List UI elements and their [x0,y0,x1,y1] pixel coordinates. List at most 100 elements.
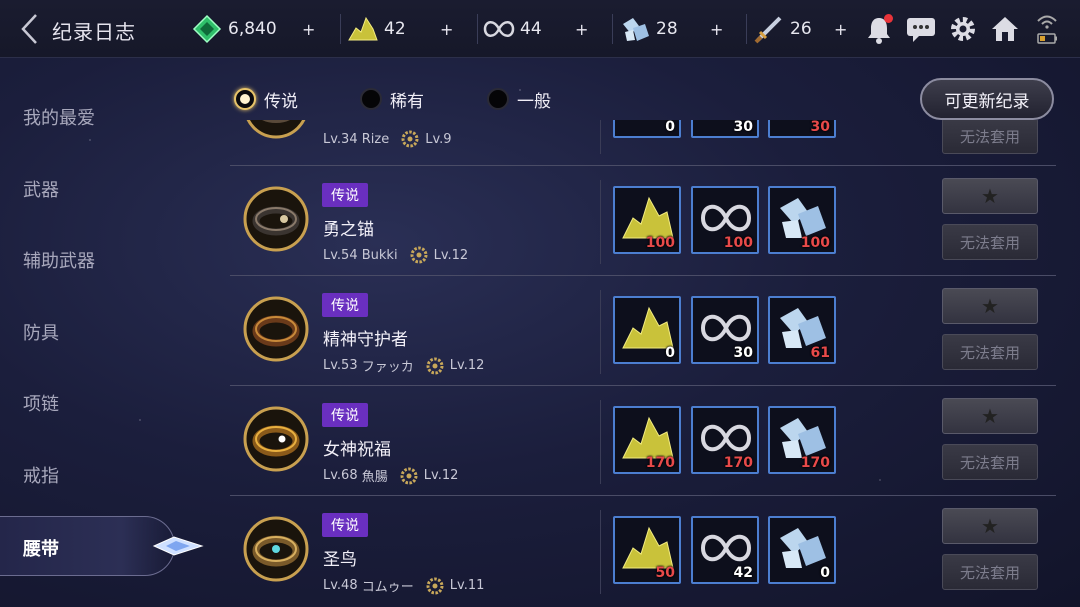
belt-item-icon [246,120,306,139]
favorite-star-button[interactable]: ★ [942,508,1038,544]
filter-rare[interactable]: 稀有 [360,86,424,112]
star-icon: ★ [981,514,999,538]
material-gold-ore[interactable]: 0 [613,120,681,138]
divider [746,14,747,44]
add-infinity-chain-button[interactable]: + [575,10,588,48]
divider [600,290,601,374]
material-ice-crystal[interactable]: 170 [768,406,836,474]
radio-normal[interactable] [487,88,509,110]
page-title: 纪录日志 [52,20,136,44]
apply-button[interactable]: 无法套用 [942,120,1038,154]
grade-badge: 传说 [322,403,368,427]
gear-icon[interactable] [946,12,980,46]
belt-item-icon [243,186,309,252]
item-name: 女神祝福 [323,440,391,460]
material-infinity-chain[interactable]: 100 [691,186,759,254]
divider [477,14,478,44]
resource-gold-ore: 42 [346,10,406,48]
record-list: Lv.34 Rize Lv.9 0 30 30 无法套用 传说 勇之锚 Lv.5… [230,120,1056,607]
sidebar-item-armor[interactable]: 防具 [0,301,200,361]
filter-normal[interactable]: 一般 [487,86,551,112]
grade-badge: 传说 [322,293,368,317]
material-ice-crystal[interactable]: 100 [768,186,836,254]
material-ice-crystal[interactable]: 0 [768,516,836,584]
list-item[interactable]: 传说 女神祝福 Lv.68 魚腸 Lv.12 170 170 170 ★ 无法套… [230,386,1056,496]
gold-ore-icon [346,12,380,46]
material-infinity-chain[interactable]: 170 [691,406,759,474]
resource-dagger: 26 [752,10,812,48]
top-bar: 纪录日志 6,840 + 42 + 44 + 28 + 26 + [0,0,1080,58]
material-infinity-chain[interactable]: 42 [691,516,759,584]
divider [600,180,601,264]
divider [600,510,601,594]
material-infinity-chain[interactable]: 30 [691,120,759,138]
divider [340,14,341,44]
material-ice-crystal[interactable]: 30 [768,120,836,138]
item-meta: Lv.68 魚腸 Lv.12 [323,467,459,485]
add-ice-crystal-button[interactable]: + [710,10,723,48]
radio-rare[interactable] [360,88,382,110]
sidebar-item-weapon[interactable]: 武器 [0,158,200,218]
divider [612,14,613,44]
favorite-star-button[interactable]: ★ [942,398,1038,434]
resource-infinity-chain: 44 [482,10,542,48]
resource-ice-crystal: 28 [618,10,678,48]
sidebar-item-belt[interactable]: 腰带 [0,516,204,576]
list-item[interactable]: 传说 精神守护者 Lv.53 ファッカ Lv.12 0 30 61 ★ 无法套用 [230,276,1056,386]
star-icon: ★ [981,184,999,208]
wifi-battery-icon [1034,12,1060,46]
chevron-left-icon [21,14,37,44]
material-ice-crystal[interactable]: 61 [768,296,836,364]
star-icon: ★ [981,294,999,318]
enhance-gear-icon [426,357,444,374]
divider [600,400,601,484]
item-name: 勇之锚 [323,220,374,240]
add-green-gem-button[interactable]: + [302,10,315,48]
list-item[interactable]: 传说 勇之锚 Lv.54 Bukki Lv.12 100 100 100 ★ 无… [230,166,1056,276]
belt-item-icon [243,516,309,582]
selected-gem-icon [152,536,204,556]
material-gold-ore[interactable]: 50 [613,516,681,584]
favorite-star-button[interactable]: ★ [942,178,1038,214]
notification-dot [884,14,893,23]
material-infinity-chain[interactable]: 30 [691,296,759,364]
sidebar-item-sub-weapon[interactable]: 辅助武器 [0,229,200,289]
belt-item-icon [243,406,309,472]
enhance-gear-icon [410,246,428,264]
item-meta: Lv.48 コムゥー Lv.11 [323,577,485,595]
enhance-gear-icon [400,467,418,484]
belt-item-icon [243,296,309,362]
sidebar-item-necklace[interactable]: 项链 [0,372,200,432]
resource-green-gem: 6,840 [190,10,277,48]
dagger-icon [752,12,786,46]
home-icon[interactable] [988,12,1022,46]
apply-button[interactable]: 无法套用 [942,554,1038,590]
sidebar-item-favorites[interactable]: 我的最爱 [0,86,200,146]
update-records-button[interactable]: 可更新纪录 [920,78,1054,120]
list-item[interactable]: Lv.34 Rize Lv.9 0 30 30 无法套用 [230,120,1056,166]
filter-legend[interactable]: 传说 [234,86,298,112]
divider [600,120,601,154]
apply-button[interactable]: 无法套用 [942,444,1038,480]
item-meta: Lv.54 Bukki Lv.12 [323,246,469,264]
material-gold-ore[interactable]: 170 [613,406,681,474]
radio-legend[interactable] [234,88,256,110]
sidebar-item-ring[interactable]: 戒指 [0,444,200,504]
grade-badge: 传说 [322,183,368,207]
material-gold-ore[interactable]: 100 [613,186,681,254]
list-item[interactable]: 传说 圣鸟 Lv.48 コムゥー Lv.11 50 42 0 ★ 无法套用 [230,496,1056,606]
apply-button[interactable]: 无法套用 [942,334,1038,370]
item-name: 圣鸟 [323,550,357,570]
bell-icon[interactable] [862,12,896,46]
material-gold-ore[interactable]: 0 [613,296,681,364]
add-dagger-button[interactable]: + [834,10,847,48]
chat-icon[interactable] [904,12,938,46]
grade-badge: 传说 [322,513,368,537]
apply-button[interactable]: 无法套用 [942,224,1038,260]
back-button[interactable] [18,12,42,46]
add-gold-ore-button[interactable]: + [440,10,453,48]
star-icon: ★ [981,404,999,428]
enhance-gear-icon [401,130,419,148]
favorite-star-button[interactable]: ★ [942,288,1038,324]
infinity-chain-icon [482,12,516,46]
